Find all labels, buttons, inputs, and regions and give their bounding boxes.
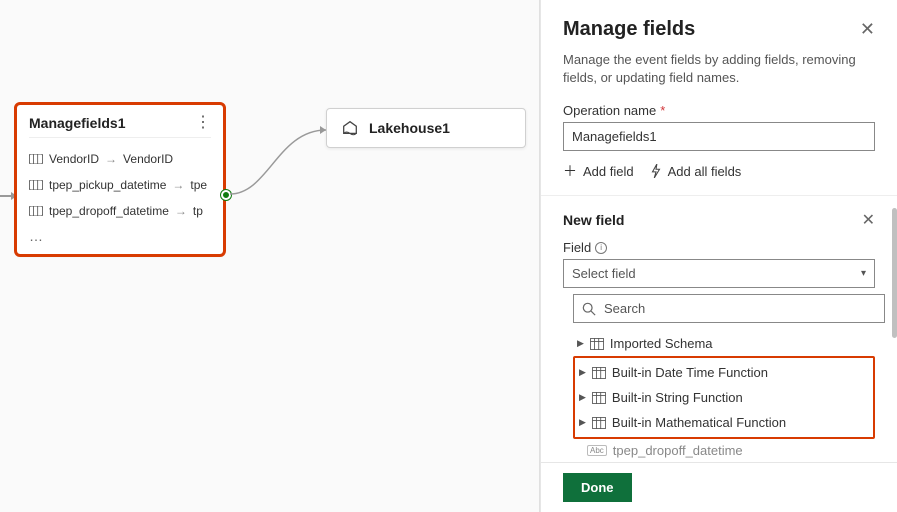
arrow-icon: → — [175, 204, 187, 218]
table-icon — [592, 392, 606, 404]
highlighted-functions-group: ▶ Built-in Date Time Function ▶ Built-in… — [573, 356, 875, 439]
node-managefields[interactable]: Managefields1 ⋮ VendorID → VendorID tpep… — [16, 104, 224, 255]
operation-name-label-text: Operation name — [563, 103, 656, 118]
node-managefields-title: Managefields1 — [29, 115, 125, 131]
incoming-edge-arrow — [0, 195, 16, 197]
plus-icon: ＋ — [563, 161, 577, 181]
node-lakehouse[interactable]: Lakehouse1 — [326, 108, 526, 148]
field-to: VendorID — [123, 152, 173, 166]
info-icon[interactable]: i — [595, 242, 607, 254]
add-field-label: Add field — [583, 164, 634, 179]
field-to: tp — [193, 204, 203, 218]
chevron-right-icon: ▶ — [579, 367, 586, 378]
tree-leaf-label: tpep_dropoff_datetime — [613, 443, 743, 458]
table-icon — [592, 417, 606, 429]
tree-leaf-tpep-dropoff[interactable]: Abc tpep_dropoff_datetime — [583, 439, 875, 462]
panel-description: Manage the event fields by adding fields… — [563, 51, 875, 87]
panel-title: Manage fields — [563, 18, 695, 41]
close-new-field-icon[interactable]: ✕ — [862, 210, 875, 230]
field-from: VendorID — [49, 152, 99, 166]
tree-label: Built-in String Function — [612, 390, 743, 405]
field-mapping-row: tpep_pickup_datetime → tpe — [29, 172, 211, 198]
required-asterisk: * — [660, 103, 665, 118]
arrow-icon: → — [172, 178, 184, 192]
field-search-input[interactable]: Search — [573, 294, 885, 323]
more-fields-ellipsis[interactable]: … — [29, 224, 211, 244]
field-select-placeholder: Select field — [572, 266, 636, 281]
field-mapping-row: VendorID → VendorID — [29, 146, 211, 172]
add-all-fields-button[interactable]: Add all fields — [650, 161, 742, 181]
divider — [541, 195, 897, 196]
column-icon — [29, 154, 43, 164]
tree-item-imported-schema[interactable]: ▶ Imported Schema — [573, 331, 875, 356]
add-field-button[interactable]: ＋ Add field — [563, 161, 634, 181]
panel-footer: Done — [541, 462, 897, 512]
add-all-fields-label: Add all fields — [668, 164, 742, 179]
tree-label: Built-in Mathematical Function — [612, 415, 786, 430]
canvas[interactable]: Managefields1 ⋮ VendorID → VendorID tpep… — [0, 0, 540, 512]
field-tree: ▶ Imported Schema ▶ Built-in Date Time F… — [573, 331, 875, 462]
manage-fields-panel: Manage fields ✕ Manage the event fields … — [540, 0, 897, 512]
table-icon — [590, 338, 604, 350]
field-label: Field i — [563, 240, 875, 255]
panel-scrollbar[interactable] — [892, 208, 897, 338]
search-icon — [582, 302, 596, 316]
field-from: tpep_pickup_datetime — [49, 178, 166, 192]
string-type-icon: Abc — [587, 445, 607, 456]
search-placeholder: Search — [604, 301, 645, 316]
chevron-down-icon: ▾ — [861, 268, 866, 279]
lakehouse-icon — [341, 119, 359, 137]
tree-label: Built-in Date Time Function — [612, 365, 768, 380]
node-menu-icon[interactable]: ⋮ — [195, 115, 211, 131]
tree-item-string-fn[interactable]: ▶ Built-in String Function — [575, 385, 873, 410]
chevron-right-icon: ▶ — [579, 417, 586, 428]
field-from: tpep_dropoff_datetime — [49, 204, 169, 218]
node-lakehouse-title: Lakehouse1 — [369, 120, 450, 136]
arrow-icon: → — [105, 152, 117, 166]
done-button[interactable]: Done — [563, 473, 632, 502]
field-mapping-row: tpep_dropoff_datetime → tp — [29, 198, 211, 224]
tree-item-math-fn[interactable]: ▶ Built-in Mathematical Function — [575, 410, 873, 435]
field-select[interactable]: Select field ▾ — [563, 259, 875, 288]
column-icon — [29, 206, 43, 216]
field-to: tpe — [190, 178, 207, 192]
operation-name-label: Operation name * — [563, 103, 875, 118]
field-label-text: Field — [563, 240, 591, 255]
bolt-icon — [650, 164, 662, 178]
tree-item-datetime-fn[interactable]: ▶ Built-in Date Time Function — [575, 360, 873, 385]
chevron-right-icon: ▶ — [577, 338, 584, 349]
edge-connector — [228, 120, 328, 200]
operation-name-input[interactable] — [563, 122, 875, 151]
column-icon — [29, 180, 43, 190]
new-field-heading: New field — [563, 212, 624, 228]
chevron-right-icon: ▶ — [579, 392, 586, 403]
tree-label: Imported Schema — [610, 336, 713, 351]
table-icon — [592, 367, 606, 379]
close-panel-icon[interactable]: ✕ — [860, 19, 875, 40]
